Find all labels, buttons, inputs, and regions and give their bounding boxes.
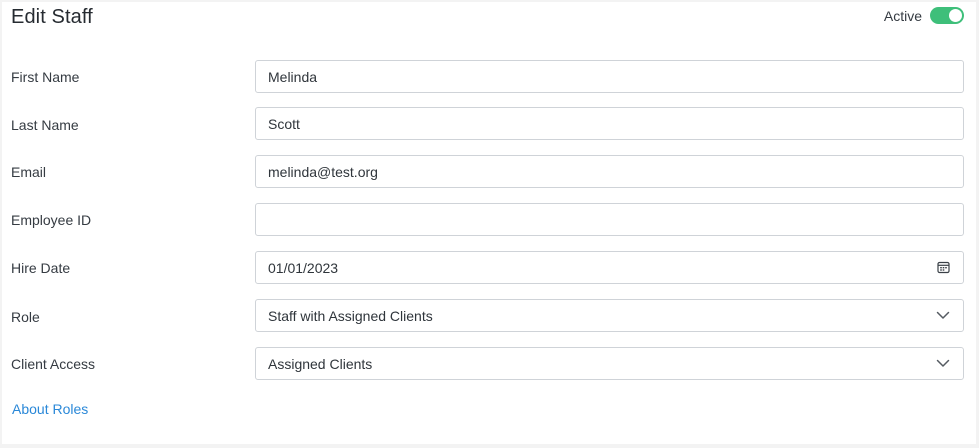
employee-id-input[interactable] — [255, 203, 964, 236]
client-access-select[interactable]: Assigned Clients — [255, 347, 964, 380]
active-toggle[interactable] — [930, 7, 964, 24]
employee-id-label: Employee ID — [11, 212, 92, 228]
first-name-input[interactable]: Melinda — [255, 60, 964, 93]
client-access-label: Client Access — [11, 356, 96, 372]
last-name-value: Scott — [268, 115, 300, 132]
active-toggle-control[interactable]: Active — [884, 7, 964, 24]
edit-staff-panel: Edit Staff Active First Name Melinda Las… — [2, 2, 976, 444]
email-input[interactable]: melinda@test.org — [255, 155, 964, 188]
hire-date-input[interactable]: 01/01/2023 — [255, 251, 964, 284]
about-roles-link[interactable]: About Roles — [12, 401, 88, 417]
page-title: Edit Staff — [11, 6, 93, 28]
hire-date-value: 01/01/2023 — [268, 259, 339, 276]
last-name-label: Last Name — [11, 117, 79, 133]
calendar-icon[interactable] — [935, 260, 951, 276]
first-name-label: First Name — [11, 69, 80, 85]
email-label: Email — [11, 164, 47, 180]
email-value: melinda@test.org — [268, 163, 378, 180]
role-select[interactable]: Staff with Assigned Clients — [255, 299, 964, 332]
toggle-knob — [949, 9, 962, 22]
last-name-input[interactable]: Scott — [255, 107, 964, 140]
chevron-down-icon — [935, 308, 951, 324]
client-access-value: Assigned Clients — [268, 355, 373, 372]
role-value: Staff with Assigned Clients — [268, 307, 433, 324]
role-label: Role — [11, 309, 40, 325]
hire-date-label: Hire Date — [11, 260, 71, 276]
active-label: Active — [883, 7, 922, 24]
first-name-value: Melinda — [268, 68, 318, 85]
chevron-down-icon — [935, 356, 951, 372]
